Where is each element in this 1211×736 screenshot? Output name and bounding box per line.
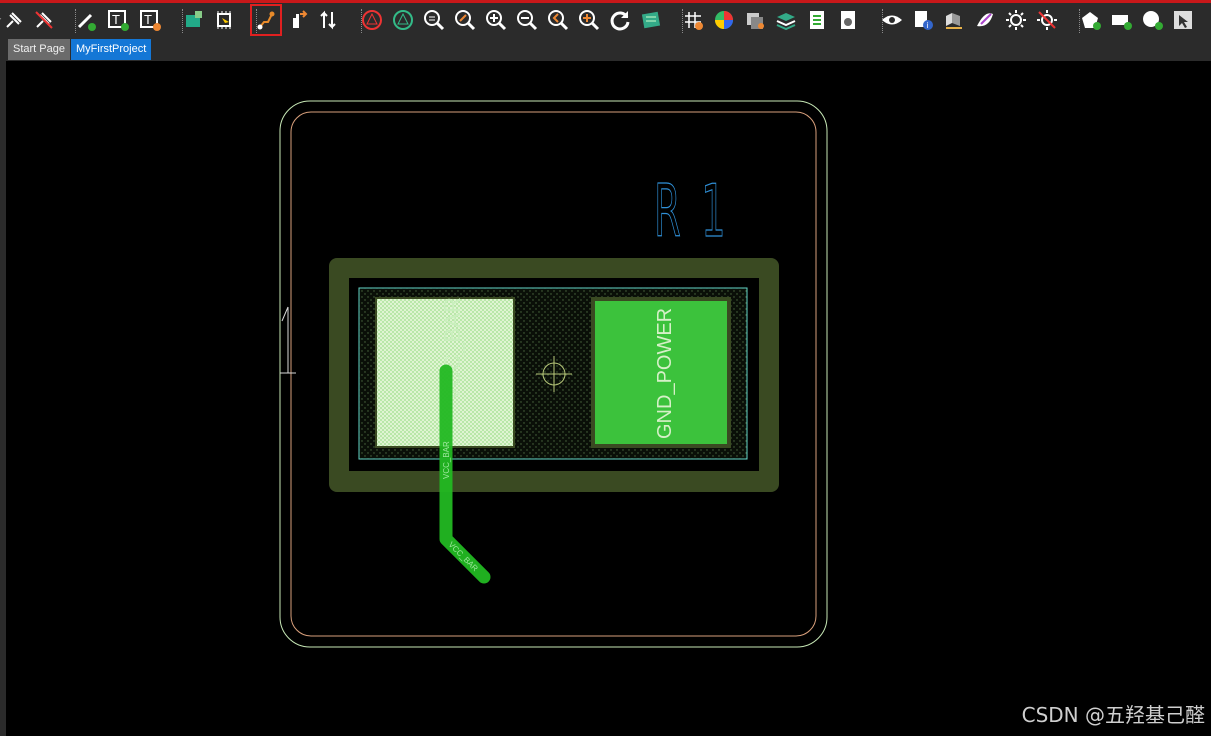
net-button[interactable]	[390, 7, 416, 33]
component-icon	[186, 11, 202, 27]
toolbar-overflow-chevron-icon[interactable]	[0, 7, 4, 33]
toolbar-separator	[882, 9, 884, 33]
add-polygon-icon	[1082, 12, 1101, 30]
mask-icon	[977, 13, 993, 27]
brightness-icon	[1006, 10, 1026, 30]
zoom-fit-icon	[424, 10, 445, 31]
toolbar-separator	[1079, 9, 1081, 33]
pin-button[interactable]	[1, 7, 27, 33]
zoom-fit-button[interactable]	[421, 7, 447, 33]
svg-text:T: T	[112, 12, 120, 27]
settings-button[interactable]	[835, 7, 861, 33]
layer-stack-button[interactable]	[773, 7, 799, 33]
add-fill-button[interactable]	[1108, 7, 1134, 33]
unpin-icon	[35, 11, 53, 29]
3d-body-button[interactable]	[941, 7, 967, 33]
pin-icon	[6, 12, 22, 28]
add-circle-button[interactable]	[1139, 7, 1165, 33]
layer-set-icon	[747, 13, 764, 29]
zoom-previous-button[interactable]	[545, 7, 571, 33]
zoom-area-icon	[455, 10, 476, 31]
refresh-button[interactable]	[607, 7, 633, 33]
zoom-out-button[interactable]	[514, 7, 540, 33]
zoom-in-button[interactable]	[483, 7, 509, 33]
watermark: CSDN @五羟基己醛	[1021, 703, 1205, 727]
chip-select-icon	[217, 11, 231, 29]
place-text-button[interactable]: T	[105, 7, 131, 33]
tab-myfirstproject[interactable]: MyFirstProject	[71, 39, 152, 60]
zoom-in-icon	[486, 10, 507, 31]
zoom-selected-button[interactable]	[576, 7, 602, 33]
text-frame-button[interactable]: T	[137, 7, 163, 33]
toolbar: T Ti	[0, 0, 1211, 38]
pcb-canvas[interactable]: R1 VCC_BAR GND_POWER VCC_BAR VCC_BAR	[6, 61, 1211, 736]
settings-icon	[841, 11, 855, 29]
toolbar-separator	[75, 9, 77, 33]
add-fill-icon	[1112, 15, 1132, 30]
place-text-icon: T	[108, 10, 129, 31]
move-icon	[293, 10, 308, 28]
toolbar-separator	[256, 9, 258, 33]
diff-pair-button[interactable]	[316, 7, 342, 33]
color-wheel-button[interactable]	[711, 7, 737, 33]
select-button[interactable]	[1170, 7, 1196, 33]
document-tab-bar: Start Page MyFirstProject	[0, 38, 1211, 61]
chip-select-button[interactable]	[211, 7, 237, 33]
color-wheel-icon	[715, 11, 733, 29]
pin1-marker	[280, 306, 296, 374]
board-button[interactable]	[638, 7, 664, 33]
refresh-icon	[610, 11, 630, 31]
layer-set-button[interactable]	[742, 7, 768, 33]
svg-text:i: i	[927, 21, 929, 30]
text-frame-icon: T	[140, 10, 161, 31]
report-icon	[810, 11, 824, 29]
info-icon: i	[915, 11, 933, 30]
place-track-icon	[77, 13, 96, 31]
brightness-button[interactable]	[1003, 7, 1029, 33]
grid-icon	[685, 12, 703, 30]
trace-label-diagonal: VCC_BAR	[447, 540, 480, 573]
select-icon	[1174, 11, 1192, 29]
move-button[interactable]	[284, 7, 310, 33]
svg-text:T: T	[144, 12, 152, 27]
toolbar-separator	[182, 9, 184, 33]
tab-start-page[interactable]: Start Page	[8, 39, 70, 60]
drc-icon	[362, 10, 382, 30]
zoom-out-icon	[517, 10, 538, 31]
net-icon	[393, 10, 413, 30]
zoom-selected-icon	[579, 10, 600, 31]
zoom-previous-icon	[548, 10, 569, 31]
zoom-area-button[interactable]	[452, 7, 478, 33]
clear-highlight-icon	[1037, 10, 1057, 30]
designator-label: R1	[654, 169, 746, 253]
layer-stack-icon	[776, 13, 796, 31]
unpin-button[interactable]	[31, 7, 57, 33]
board-icon	[641, 11, 661, 29]
add-circle-icon	[1143, 11, 1163, 30]
report-button[interactable]	[804, 7, 830, 33]
toolbar-separator	[682, 9, 684, 33]
pad-2-net-label: GND_POWER	[654, 308, 676, 439]
clear-highlight-button[interactable]	[1034, 7, 1060, 33]
3d-body-icon	[946, 13, 962, 29]
toolbar-separator	[361, 9, 363, 33]
trace-label-vertical: VCC_BAR	[442, 441, 451, 479]
info-button[interactable]: i	[910, 7, 936, 33]
mask-button[interactable]	[972, 7, 998, 33]
diff-pair-icon	[320, 10, 336, 30]
